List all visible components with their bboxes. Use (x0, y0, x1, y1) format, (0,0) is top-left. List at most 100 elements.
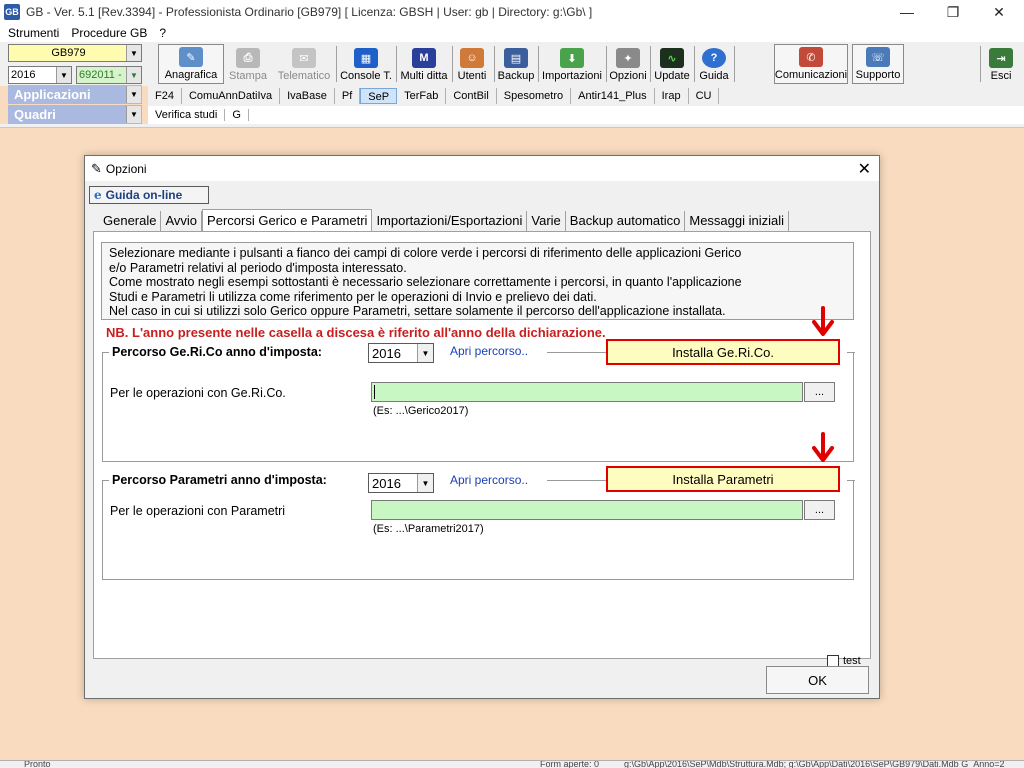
install-gerico-button[interactable]: Installa Ge.Ri.Co. (606, 339, 840, 365)
menu-strumenti[interactable]: Strumenti (4, 26, 63, 40)
esci-label: Esci (990, 70, 1012, 82)
multi-ditta-icon: M (412, 48, 436, 68)
status-forms: Form aperte: 0 (540, 760, 600, 768)
ok-button[interactable]: OK (766, 666, 869, 694)
app-tab-irap[interactable]: Irap (655, 88, 689, 104)
console-button[interactable]: ▦ Console T. (338, 44, 394, 84)
gerico-group (102, 352, 855, 462)
group-border (847, 480, 855, 481)
anagrafica-button[interactable]: ✎ Anagrafica (158, 44, 224, 84)
update-button[interactable]: ∿ Update (652, 44, 692, 84)
support-icon: ☏ (866, 47, 890, 67)
guida-online-button[interactable]: e Guida on-line (89, 186, 209, 204)
gerico-browse-button[interactable]: ... (804, 382, 835, 402)
parametri-browse-button[interactable]: ... (804, 500, 835, 520)
dialog-title-bar: ✎ Opzioni ✕ (85, 156, 879, 181)
tab-backup-automatico[interactable]: Backup automatico (566, 211, 686, 231)
guida-label: Guida (699, 70, 729, 82)
wrench-icon: ✦ (616, 48, 640, 68)
tab-messaggi-iniziali[interactable]: Messaggi iniziali (685, 211, 790, 231)
applicazioni-select[interactable]: Applicazioni ▼ (8, 85, 142, 104)
tab-varie[interactable]: Varie (527, 211, 566, 231)
app-tab-f24[interactable]: F24 (148, 88, 182, 104)
install-parametri-button[interactable]: Installa Parametri (606, 466, 840, 492)
gerico-open-path-link[interactable]: Apri percorso.. (450, 344, 528, 358)
title-bar: GB GB - Ver. 5.1 [Rev.3394] - Profession… (0, 0, 1024, 24)
update-label: Update (654, 70, 690, 82)
close-window-button[interactable]: ✕ (976, 0, 1022, 24)
app-tab-cu[interactable]: CU (689, 88, 720, 104)
quadri-tab-verifica-studi[interactable]: Verifica studi (148, 109, 226, 121)
menu-help[interactable]: ? (155, 26, 170, 40)
console-label: Console T. (340, 70, 392, 82)
opzioni-button[interactable]: ✦ Opzioni (608, 44, 648, 84)
company-select[interactable]: GB979 ▼ (8, 44, 142, 62)
exit-door-icon: ⇥ (989, 48, 1013, 68)
minimize-button[interactable]: — (884, 0, 930, 24)
toolbar-bottom-strip (0, 124, 1024, 128)
arrow-down-icon (812, 306, 834, 336)
status-bar: Pronto Form aperte: 0 g:\Gb\App\2016\SeP… (0, 760, 1024, 768)
menu-procedure-gb[interactable]: Procedure GB (67, 26, 151, 40)
description-line: Come mostrato negli esempi sottostanti è… (109, 275, 742, 289)
app-tab-terfab[interactable]: TerFab (397, 88, 447, 104)
tab-importazioni-esportazioni[interactable]: Importazioni/Esportazioni (372, 211, 528, 231)
gerico-group-label: Percorso Ge.Ri.Co anno d'imposta: (112, 345, 322, 359)
telematico-label: Telematico (277, 70, 331, 82)
app-tab-comuanndatiiva[interactable]: ComuAnnDatiIva (182, 88, 281, 104)
nb-note: NB. L'anno presente nelle casella a disc… (106, 325, 606, 340)
text-caret (374, 385, 375, 399)
group-border (103, 480, 109, 481)
dialog-tabs: Generale Avvio Percorsi Gerico e Paramet… (99, 209, 790, 231)
year-select-value: 2016 (11, 69, 36, 81)
company-select-value: GB979 (51, 47, 86, 59)
status-path: g:\Gb\App\2016\SeP\Mdb\Struttura.Mdb; g:… (624, 760, 1005, 768)
guida-button[interactable]: ? Guida (696, 44, 732, 84)
group-border (547, 480, 613, 481)
backup-button[interactable]: ▤ Backup (496, 44, 536, 84)
toolbar-separator (396, 46, 397, 82)
parametri-open-path-link[interactable]: Apri percorso.. (450, 473, 528, 487)
tab-generale[interactable]: Generale (99, 211, 162, 231)
chevron-down-icon: ▼ (126, 67, 141, 83)
group-border (103, 352, 109, 353)
app-tab-sep[interactable]: SeP (360, 88, 398, 104)
options-dialog: ✎ Opzioni ✕ e Guida on-line Generale Avv… (84, 155, 880, 699)
gerico-year-value: 2016 (372, 345, 401, 361)
menu-bar: Strumenti Procedure GB ? (0, 24, 1024, 42)
toolbar-separator (606, 46, 607, 82)
quadri-select[interactable]: Quadri ▼ (8, 105, 142, 124)
quadri-label: Quadri (14, 107, 56, 122)
comunicazioni-button[interactable]: ✆ Comunicazioni (774, 44, 848, 84)
app-tab-pf[interactable]: Pf (335, 88, 361, 104)
telematico-button[interactable]: ✉ Telematico (274, 44, 334, 84)
utenti-button[interactable]: ☺ Utenti (454, 44, 490, 84)
console-icon: ▦ (354, 48, 378, 68)
tab-percorsi-gerico-parametri[interactable]: Percorsi Gerico e Parametri (202, 209, 373, 231)
quadri-tab-g[interactable]: G (225, 109, 249, 121)
maximize-button[interactable]: ❐ (930, 0, 976, 24)
importazioni-button[interactable]: ⬇ Importazioni (540, 44, 604, 84)
applicazioni-label: Applicazioni (14, 87, 91, 102)
supporto-button[interactable]: ☏ Supporto (852, 44, 904, 84)
import-icon: ⬇ (560, 48, 584, 68)
code-select[interactable]: 692011 - ▼ (76, 66, 142, 84)
supporto-label: Supporto (855, 69, 901, 81)
chevron-down-icon: ▼ (126, 45, 141, 61)
app-tab-contbil[interactable]: ContBil (446, 88, 497, 104)
multi-ditta-button[interactable]: M Multi ditta (398, 44, 450, 84)
chevron-down-icon: ▼ (126, 106, 141, 123)
telematico-icon: ✉ (292, 48, 316, 68)
app-tab-ivabase[interactable]: IvaBase (280, 88, 335, 104)
gerico-path-input[interactable] (371, 382, 803, 402)
year-select[interactable]: 2016 ▼ (8, 66, 72, 84)
app-tab-antir141-plus[interactable]: Antir141_Plus (571, 88, 655, 104)
tab-avvio[interactable]: Avvio (161, 211, 203, 231)
app-tab-spesometro[interactable]: Spesometro (497, 88, 572, 104)
gerico-year-select[interactable]: 2016 ▼ (368, 343, 434, 363)
parametri-year-select[interactable]: 2016 ▼ (368, 473, 434, 493)
esci-button[interactable]: ⇥ Esci (986, 44, 1016, 84)
parametri-path-input[interactable] (371, 500, 803, 520)
dialog-close-button[interactable]: ✕ (858, 159, 871, 179)
stampa-button[interactable]: ⎙ Stampa (226, 44, 270, 84)
